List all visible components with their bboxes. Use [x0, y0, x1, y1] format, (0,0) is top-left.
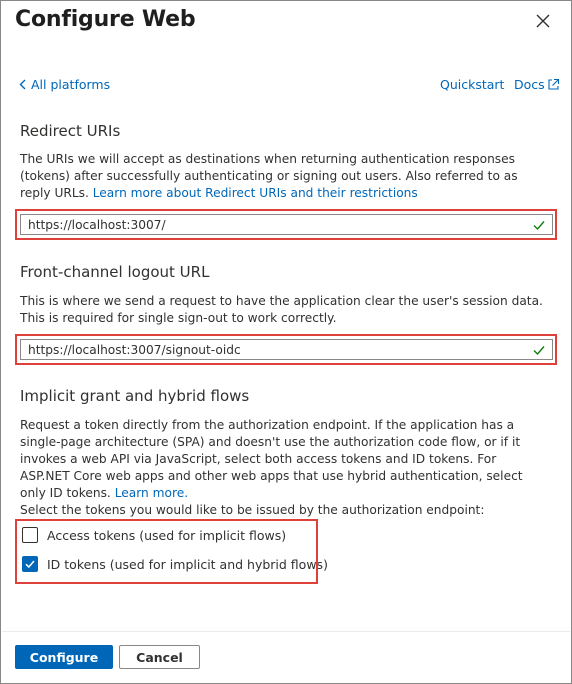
redirect-uri-input[interactable]: https://localhost:3007/: [20, 214, 553, 235]
checkbox-box[interactable]: [22, 527, 38, 543]
cancel-button[interactable]: Cancel: [119, 645, 200, 669]
token-select-prompt: Select the tokens you would like to be i…: [20, 503, 485, 517]
link-bar: All platforms Quickstart Docs: [19, 77, 559, 95]
checkmark-icon: [25, 560, 35, 569]
redirect-learn-more-link[interactable]: Learn more about Redirect URIs and their…: [93, 186, 418, 200]
logout-url-input[interactable]: https://localhost:3007/signout-oidc: [20, 339, 553, 360]
close-button[interactable]: [535, 13, 551, 29]
chevron-left-icon: [19, 79, 26, 90]
implicit-grant-heading: Implicit grant and hybrid flows: [20, 387, 250, 405]
footer-divider: [2, 631, 570, 632]
all-platforms-label: All platforms: [31, 77, 111, 92]
valid-check-icon: [533, 346, 545, 356]
redirect-uris-description: The URIs we will accept as destinations …: [20, 151, 545, 202]
external-link-icon: [548, 78, 559, 90]
access-tokens-checkbox[interactable]: Access tokens (used for implicit flows): [22, 527, 286, 543]
valid-check-icon: [533, 221, 545, 231]
redirect-uris-heading: Redirect URIs: [20, 122, 121, 140]
implicit-grant-description: Request a token directly from the author…: [20, 417, 545, 502]
logout-url-value: https://localhost:3007/signout-oidc: [28, 342, 241, 357]
close-icon: [536, 14, 550, 28]
implicit-learn-more-link[interactable]: Learn more.: [115, 486, 188, 500]
id-tokens-label: ID tokens (used for implicit and hybrid …: [47, 556, 328, 572]
docs-label: Docs: [514, 77, 545, 92]
quickstart-link[interactable]: Quickstart: [440, 77, 504, 92]
id-tokens-checkbox[interactable]: ID tokens (used for implicit and hybrid …: [22, 556, 328, 572]
configure-web-panel: Configure Web All platforms Quickstart D…: [0, 0, 572, 684]
panel-title: Configure Web: [15, 7, 196, 32]
implicit-description-text: Request a token directly from the author…: [20, 418, 523, 500]
checkbox-box[interactable]: [22, 556, 38, 572]
redirect-uri-value: https://localhost:3007/: [28, 217, 166, 232]
access-tokens-label: Access tokens (used for implicit flows): [47, 527, 287, 543]
docs-link[interactable]: Docs: [514, 77, 560, 92]
configure-button[interactable]: Configure: [15, 645, 113, 669]
logout-url-heading: Front-channel logout URL: [20, 263, 210, 281]
all-platforms-link[interactable]: All platforms: [19, 77, 110, 92]
logout-url-description: This is where we send a request to have …: [20, 294, 543, 325]
